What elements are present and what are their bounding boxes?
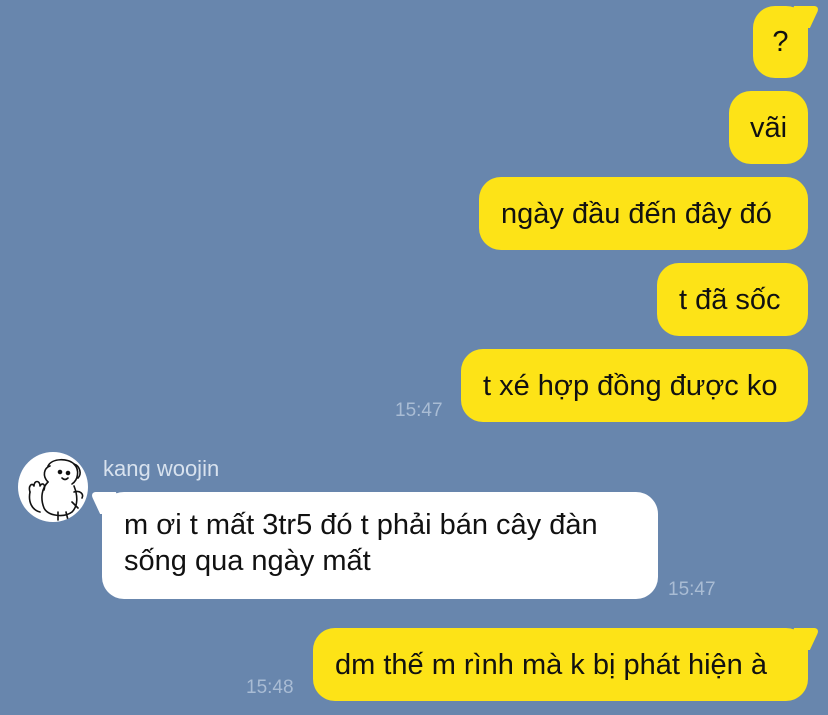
incoming-message-bubble[interactable]: m ơi t mất 3tr5 đó t phải bán cây đàn số…	[102, 492, 658, 599]
outgoing-message-bubble[interactable]: dm thế m rình mà k bị phát hiện à	[313, 628, 808, 701]
message-text-line: sống qua ngày mất	[124, 545, 371, 577]
outgoing-message-bubble[interactable]: vãi	[729, 91, 808, 164]
message-timestamp: 15:47	[395, 400, 443, 421]
message-text: vãi	[749, 111, 788, 144]
message-text: ngày đầu đến đây đó	[501, 197, 772, 230]
message-text: t đã sốc	[679, 283, 781, 316]
outgoing-message-bubble[interactable]: t xé hợp đồng được ko	[461, 349, 808, 422]
sender-name: kang woojin	[103, 456, 220, 481]
outgoing-message-bubble[interactable]: ngày đầu đến đây đó	[479, 177, 808, 250]
sender-avatar[interactable]	[18, 452, 88, 522]
message-timestamp: 15:48	[246, 677, 294, 698]
message-text: t xé hợp đồng được ko	[483, 369, 778, 402]
outgoing-message-bubble[interactable]: t đã sốc	[657, 263, 808, 336]
message-text: ?	[772, 26, 789, 58]
outgoing-message-bubble[interactable]: ?	[753, 6, 808, 78]
message-timestamp: 15:47	[668, 579, 716, 600]
dog-sketch-avatar-icon	[28, 458, 84, 521]
message-text: dm thế m rình mà k bị phát hiện à	[335, 648, 767, 681]
message-text-line: m ơi t mất 3tr5 đó t phải bán cây đàn	[124, 509, 598, 541]
